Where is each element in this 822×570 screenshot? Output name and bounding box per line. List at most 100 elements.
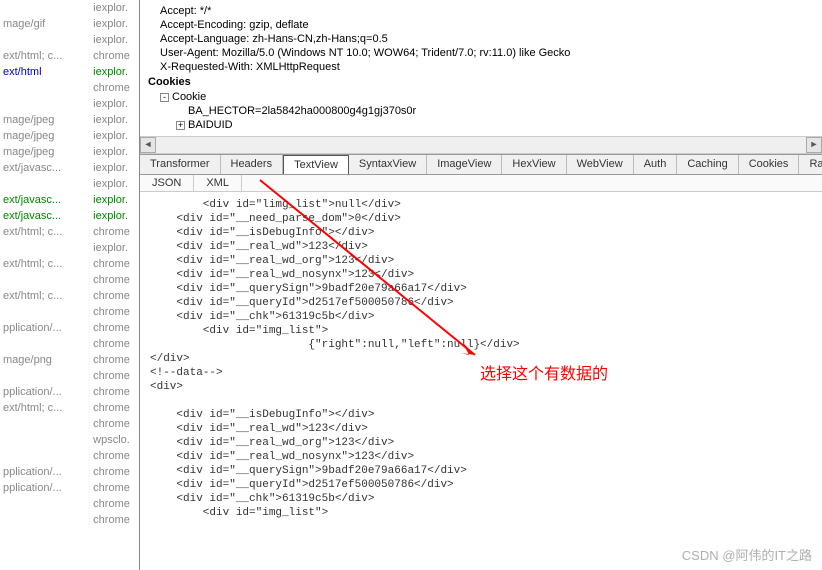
session-row[interactable]: chrome <box>0 272 139 288</box>
session-row[interactable]: chrome <box>0 80 139 96</box>
process-cell: iexplor. <box>90 128 139 144</box>
content-type-cell <box>0 336 90 352</box>
tab-textview[interactable]: TextView <box>283 155 349 174</box>
process-cell: chrome <box>90 512 139 528</box>
process-cell: chrome <box>90 464 139 480</box>
session-row[interactable]: chrome <box>0 336 139 352</box>
scroll-right-button[interactable]: ► <box>806 137 822 153</box>
tab-transformer[interactable]: Transformer <box>140 155 221 174</box>
content-type-cell <box>0 80 90 96</box>
tab-raw[interactable]: Raw <box>799 155 822 174</box>
session-row[interactable]: iexplor. <box>0 0 139 16</box>
process-cell: iexplor. <box>90 32 139 48</box>
tab-auth[interactable]: Auth <box>634 155 678 174</box>
content-type-cell <box>0 32 90 48</box>
process-cell: chrome <box>90 48 139 64</box>
session-row[interactable]: mage/gifiexplor. <box>0 16 139 32</box>
content-type-cell <box>0 368 90 384</box>
tab-cookies[interactable]: Cookies <box>739 155 800 174</box>
cookie-baiduid[interactable]: +BAIDUID <box>148 118 814 132</box>
session-row[interactable]: iexplor. <box>0 96 139 112</box>
session-row[interactable]: wpsclo. <box>0 432 139 448</box>
process-cell: iexplor. <box>90 176 139 192</box>
tab-webview[interactable]: WebView <box>567 155 634 174</box>
content-type-cell: pplication/... <box>0 464 90 480</box>
process-cell: iexplor. <box>90 192 139 208</box>
tab-hexview[interactable]: HexView <box>502 155 566 174</box>
session-row[interactable]: pplication/...chrome <box>0 464 139 480</box>
content-type-cell: mage/jpeg <box>0 128 90 144</box>
content-type-cell: ext/html; c... <box>0 224 90 240</box>
content-type-cell <box>0 272 90 288</box>
tree-toggle-icon[interactable]: - <box>160 93 169 102</box>
process-cell: chrome <box>90 304 139 320</box>
process-cell: chrome <box>90 480 139 496</box>
session-row[interactable]: ext/javasc...iexplor. <box>0 160 139 176</box>
scroll-left-button[interactable]: ◄ <box>140 137 156 153</box>
watermark: CSDN @阿伟的IT之路 <box>682 545 812 564</box>
session-row[interactable]: ext/javasc...iexplor. <box>0 208 139 224</box>
session-row[interactable]: ext/htmliexplor. <box>0 64 139 80</box>
header-accept: Accept: */* <box>148 4 814 18</box>
content-type-cell: mage/png <box>0 352 90 368</box>
process-cell: iexplor. <box>90 208 139 224</box>
tab-syntaxview[interactable]: SyntaxView <box>349 155 427 174</box>
sub-tab-xml[interactable]: XML <box>194 175 242 191</box>
process-cell: chrome <box>90 416 139 432</box>
request-headers-pane: Accept: */* Accept-Encoding: gzip, defla… <box>140 0 822 136</box>
session-row[interactable]: ext/html; c...chrome <box>0 48 139 64</box>
sub-tab-json[interactable]: JSON <box>140 175 194 191</box>
process-cell: chrome <box>90 288 139 304</box>
tab-imageview[interactable]: ImageView <box>427 155 502 174</box>
process-cell: iexplor. <box>90 64 139 80</box>
content-type-cell: pplication/... <box>0 480 90 496</box>
session-list-panel[interactable]: iexplor.mage/gifiexplor.iexplor.ext/html… <box>0 0 140 570</box>
session-row[interactable]: chrome <box>0 512 139 528</box>
process-cell: iexplor. <box>90 16 139 32</box>
content-type-cell <box>0 448 90 464</box>
session-row[interactable]: ext/html; c...chrome <box>0 288 139 304</box>
tree-toggle-icon[interactable]: + <box>176 121 185 130</box>
session-row[interactable]: pplication/...chrome <box>0 480 139 496</box>
session-row[interactable]: iexplor. <box>0 32 139 48</box>
content-type-cell <box>0 432 90 448</box>
session-row[interactable]: ext/javasc...iexplor. <box>0 192 139 208</box>
content-type-cell: pplication/... <box>0 320 90 336</box>
session-row[interactable]: chrome <box>0 416 139 432</box>
content-type-cell <box>0 176 90 192</box>
content-type-cell: ext/html; c... <box>0 256 90 272</box>
process-cell: wpsclo. <box>90 432 139 448</box>
session-row[interactable]: chrome <box>0 304 139 320</box>
content-type-cell <box>0 240 90 256</box>
response-body-textview[interactable]: <div id="limg_list">null</div> <div id="… <box>140 192 822 570</box>
process-cell: chrome <box>90 496 139 512</box>
response-tab-strip: Transformer Headers TextView SyntaxView … <box>140 154 822 175</box>
session-row[interactable]: ext/html; c...chrome <box>0 400 139 416</box>
session-row[interactable]: mage/pngchrome <box>0 352 139 368</box>
session-row[interactable]: mage/jpegiexplor. <box>0 144 139 160</box>
session-row[interactable]: chrome <box>0 368 139 384</box>
tab-caching[interactable]: Caching <box>677 155 738 174</box>
horizontal-scrollbar[interactable]: ◄ ► <box>140 136 822 154</box>
session-row[interactable]: pplication/...chrome <box>0 384 139 400</box>
content-type-cell <box>0 416 90 432</box>
session-row[interactable]: pplication/...chrome <box>0 320 139 336</box>
session-row[interactable]: iexplor. <box>0 240 139 256</box>
session-row[interactable]: chrome <box>0 496 139 512</box>
tab-headers[interactable]: Headers <box>221 155 284 174</box>
cookie-root[interactable]: -Cookie <box>148 90 814 104</box>
content-type-cell: ext/javasc... <box>0 192 90 208</box>
session-row[interactable]: ext/html; c...chrome <box>0 256 139 272</box>
content-type-cell: mage/jpeg <box>0 144 90 160</box>
process-cell: iexplor. <box>90 160 139 176</box>
scroll-track[interactable] <box>156 137 806 153</box>
content-type-cell: mage/jpeg <box>0 112 90 128</box>
process-cell: chrome <box>90 224 139 240</box>
session-row[interactable]: chrome <box>0 448 139 464</box>
process-cell: chrome <box>90 80 139 96</box>
content-type-cell: mage/gif <box>0 16 90 32</box>
session-row[interactable]: ext/html; c...chrome <box>0 224 139 240</box>
session-row[interactable]: mage/jpegiexplor. <box>0 112 139 128</box>
session-row[interactable]: mage/jpegiexplor. <box>0 128 139 144</box>
session-row[interactable]: iexplor. <box>0 176 139 192</box>
